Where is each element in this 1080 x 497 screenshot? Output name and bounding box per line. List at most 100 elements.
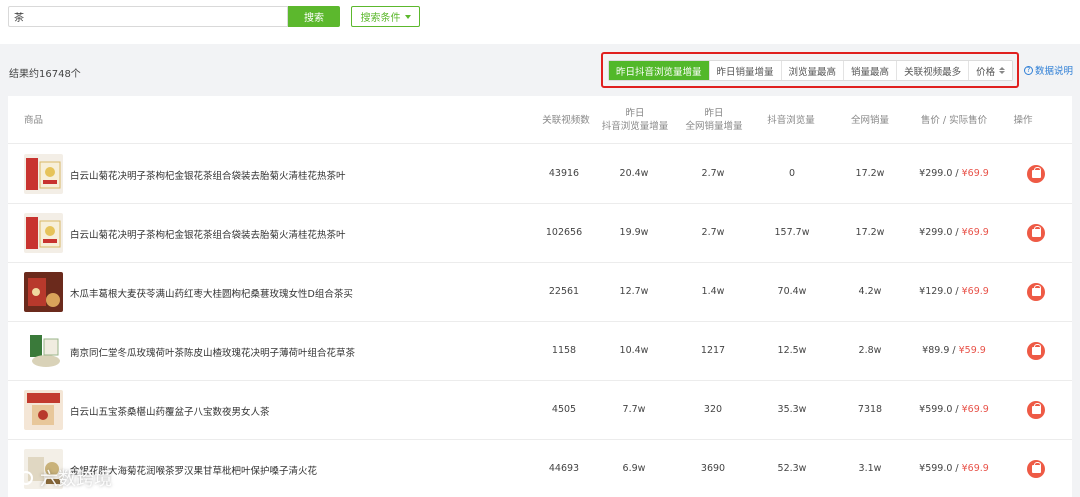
product-thumbnail[interactable] bbox=[24, 272, 63, 312]
search-button[interactable]: 搜索 bbox=[288, 6, 340, 27]
cell-videos: 1158 bbox=[551, 345, 577, 356]
question-icon: ? bbox=[1024, 65, 1033, 75]
original-price: ¥299.0 / bbox=[919, 168, 962, 179]
cell-sales-increase: 320 bbox=[703, 404, 723, 415]
original-price: ¥599.0 / bbox=[919, 463, 962, 474]
actual-price: ¥69.9 bbox=[961, 168, 989, 179]
sort-tab-daily-views-increase[interactable]: 昨日抖音浏览量增量 bbox=[609, 61, 709, 80]
cell-sales-increase: 1217 bbox=[700, 345, 726, 356]
product-name[interactable]: 木瓜丰葛根大麦茯苓满山药红枣大桂圆枸杞桑葚玫瑰女性D组合茶买 bbox=[70, 286, 353, 300]
cell-price: ¥599.0 / ¥69.9 bbox=[904, 463, 1004, 474]
actual-price: ¥69.9 bbox=[961, 404, 989, 415]
table-header: 商品 关联视频数 昨日 抖音浏览量增量 昨日 全网销量增量 抖音浏览量 全网销量… bbox=[8, 96, 1072, 144]
table-row[interactable]: 金银花胖大海菊花润喉茶罗汉果甘草枇杷叶保护嗓子清火花 44693 6.9w 36… bbox=[8, 440, 1072, 497]
header-views-increase-line2: 抖音浏览量增量 bbox=[601, 121, 669, 132]
original-price: ¥599.0 / bbox=[919, 404, 962, 415]
search-bar: 搜索 搜索条件 bbox=[0, 0, 1080, 44]
cell-sales: 17.2w bbox=[855, 227, 885, 238]
shop-bag-button[interactable] bbox=[1027, 460, 1045, 478]
actual-price: ¥69.9 bbox=[961, 463, 989, 474]
cell-sales: 3.1w bbox=[858, 463, 882, 474]
cell-sales: 17.2w bbox=[855, 168, 885, 179]
shop-bag-button[interactable] bbox=[1027, 283, 1045, 301]
cell-videos: 44693 bbox=[548, 463, 580, 474]
cell-views-increase: 19.9w bbox=[619, 227, 649, 238]
sort-tab-price[interactable]: 价格 bbox=[968, 61, 1013, 80]
product-thumbnail[interactable] bbox=[24, 390, 63, 430]
cell-views-increase: 12.7w bbox=[619, 286, 649, 297]
sort-tab-daily-sales-increase[interactable]: 昨日销量增量 bbox=[708, 61, 781, 80]
table-row[interactable]: 木瓜丰葛根大麦茯苓满山药红枣大桂圆枸杞桑葚玫瑰女性D组合茶买 22561 12.… bbox=[8, 263, 1072, 322]
cell-views: 52.3w bbox=[777, 463, 807, 474]
shop-bag-button[interactable] bbox=[1027, 165, 1045, 183]
sort-tab-most-videos[interactable]: 关联视频最多 bbox=[896, 61, 969, 80]
cell-sales: 4.2w bbox=[858, 286, 882, 297]
cell-views: 35.3w bbox=[777, 404, 807, 415]
actual-price: ¥59.9 bbox=[958, 345, 986, 356]
header-videos: 关联视频数 bbox=[542, 115, 590, 126]
cell-price: ¥129.0 / ¥69.9 bbox=[904, 286, 1004, 297]
data-help-label: 数据说明 bbox=[1035, 66, 1074, 77]
cell-videos: 43916 bbox=[548, 168, 580, 179]
shopping-bag-icon bbox=[1031, 462, 1041, 473]
product-name[interactable]: 白云山五宝茶桑椹山药覆盆子八宝数夜男女人茶 bbox=[70, 404, 270, 418]
cell-views-increase: 10.4w bbox=[619, 345, 649, 356]
product-thumbnail[interactable] bbox=[24, 154, 63, 194]
search-conditions-button[interactable]: 搜索条件 bbox=[351, 6, 420, 27]
cell-sales-increase: 2.7w bbox=[701, 168, 725, 179]
product-name[interactable]: 南京同仁堂冬瓜玫瑰荷叶茶陈皮山楂玫瑰花决明子薄荷叶组合花草茶 bbox=[70, 345, 355, 359]
data-help-link[interactable]: ? 数据说明 bbox=[1024, 63, 1073, 77]
cell-sales-increase: 3690 bbox=[700, 463, 726, 474]
cell-views: 70.4w bbox=[777, 286, 807, 297]
cell-views-increase: 20.4w bbox=[619, 168, 649, 179]
shopping-bag-icon bbox=[1031, 226, 1041, 237]
cell-price: ¥299.0 / ¥69.9 bbox=[904, 227, 1004, 238]
header-price: 售价 / 实际售价 bbox=[920, 115, 988, 126]
header-views-increase-line1: 昨日 bbox=[625, 108, 645, 119]
search-conditions-label: 搜索条件 bbox=[360, 13, 401, 24]
cell-views-increase: 7.7w bbox=[622, 404, 646, 415]
cell-videos: 102656 bbox=[545, 227, 583, 238]
watermark: 六数跨境 bbox=[8, 462, 112, 494]
shopping-bag-icon bbox=[1031, 167, 1041, 178]
chevron-down-icon bbox=[404, 14, 411, 19]
watermark-logo-icon bbox=[8, 467, 34, 489]
result-count: 结果约16748个 bbox=[9, 69, 81, 80]
header-product: 商品 bbox=[24, 115, 44, 126]
actual-price: ¥69.9 bbox=[961, 227, 989, 238]
sort-arrows-icon bbox=[999, 67, 1006, 74]
table-row[interactable]: 南京同仁堂冬瓜玫瑰荷叶茶陈皮山楂玫瑰花决明子薄荷叶组合花草茶 1158 10.4… bbox=[8, 322, 1072, 381]
sort-tab-most-views[interactable]: 浏览量最高 bbox=[780, 61, 844, 80]
cell-views: 12.5w bbox=[777, 345, 807, 356]
original-price: ¥299.0 / bbox=[919, 227, 962, 238]
product-name[interactable]: 白云山菊花决明子茶枸杞金银花茶组合袋装去胎菊火清桂花热茶叶 bbox=[70, 227, 346, 241]
shop-bag-button[interactable] bbox=[1027, 224, 1045, 242]
shop-bag-button[interactable] bbox=[1027, 342, 1045, 360]
original-price: ¥89.9 / bbox=[922, 345, 959, 356]
original-price: ¥129.0 / bbox=[919, 286, 962, 297]
header-views: 抖音浏览量 bbox=[767, 115, 815, 126]
actual-price: ¥69.9 bbox=[961, 286, 989, 297]
header-sales-increase-line1: 昨日 bbox=[704, 108, 724, 119]
shop-bag-button[interactable] bbox=[1027, 401, 1045, 419]
cell-price: ¥599.0 / ¥69.9 bbox=[904, 404, 1004, 415]
cell-sales-increase: 1.4w bbox=[701, 286, 725, 297]
product-thumbnail[interactable] bbox=[24, 213, 63, 253]
header-sales: 全网销量 bbox=[850, 115, 889, 126]
search-input[interactable] bbox=[8, 6, 288, 27]
sort-tabs: 昨日抖音浏览量增量 昨日销量增量 浏览量最高 销量最高 关联视频最多 价格 bbox=[608, 60, 1014, 81]
table-row[interactable]: 白云山菊花决明子茶枸杞金银花茶组合袋装去胎菊火清桂花热茶叶 102656 19.… bbox=[8, 204, 1072, 263]
watermark-text: 六数跨境 bbox=[40, 469, 112, 490]
sort-tab-most-sales[interactable]: 销量最高 bbox=[843, 61, 897, 80]
table-row[interactable]: 白云山五宝茶桑椹山药覆盆子八宝数夜男女人茶 4505 7.7w 320 35.3… bbox=[8, 381, 1072, 440]
cell-videos: 4505 bbox=[551, 404, 577, 415]
header-sales-increase-line2: 全网销量增量 bbox=[685, 121, 743, 132]
product-table: 商品 关联视频数 昨日 抖音浏览量增量 昨日 全网销量增量 抖音浏览量 全网销量… bbox=[8, 96, 1072, 497]
cell-price: ¥89.9 / ¥59.9 bbox=[904, 345, 1004, 356]
table-row[interactable]: 白云山菊花决明子茶枸杞金银花茶组合袋装去胎菊火清桂花热茶叶 43916 20.4… bbox=[8, 145, 1072, 204]
cell-views: 0 bbox=[788, 168, 796, 179]
product-name[interactable]: 白云山菊花决明子茶枸杞金银花茶组合袋装去胎菊火清桂花热茶叶 bbox=[70, 168, 346, 182]
product-thumbnail[interactable] bbox=[24, 331, 63, 371]
cell-videos: 22561 bbox=[548, 286, 580, 297]
cell-views-increase: 6.9w bbox=[622, 463, 646, 474]
